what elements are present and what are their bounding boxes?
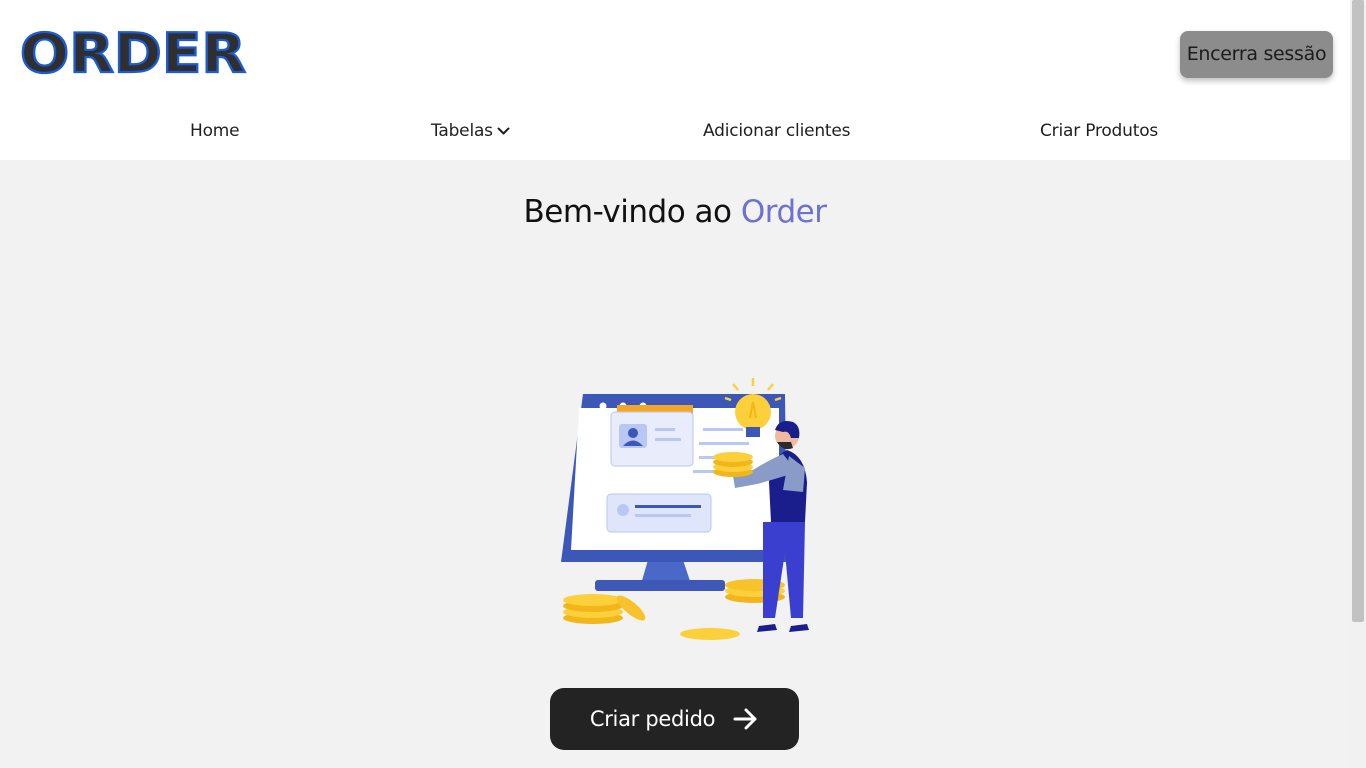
welcome-heading: Bem-vindo ao Order [0, 194, 1350, 230]
create-order-button[interactable]: Criar pedido [550, 688, 799, 750]
nav-adicionar-clientes[interactable]: Adicionar clientes [703, 118, 851, 144]
nav-criar-produtos[interactable]: Criar Produtos [1040, 118, 1158, 144]
nav-tabelas-label: Tabelas [431, 121, 493, 141]
monitor-base [595, 580, 725, 591]
person-with-computer-and-coins-illustration [561, 378, 809, 640]
nav-adicionar-clientes-label: Adicionar clientes [703, 121, 851, 141]
logout-button[interactable]: Encerra sessão [1180, 31, 1333, 78]
scrollbar-thumb[interactable] [1352, 0, 1364, 622]
nav-tabelas-dropdown[interactable]: Tabelas [431, 118, 510, 144]
nav-home[interactable]: Home [190, 118, 240, 144]
coin-floor [680, 628, 740, 640]
welcome-prefix: Bem-vindo ao [523, 194, 741, 230]
nav-criar-produtos-label: Criar Produtos [1040, 121, 1159, 141]
arrow-right-icon [733, 708, 757, 730]
nav-home-label: Home [190, 121, 240, 141]
header: ORDER Encerra sessão Home Tabelas Adicio… [0, 0, 1350, 160]
page: ORDER Encerra sessão Home Tabelas Adicio… [0, 0, 1350, 768]
coin-stack-left [563, 594, 646, 624]
logo-text: ORDER [20, 26, 246, 78]
chevron-down-icon [497, 127, 510, 134]
welcome-brand: Order [740, 194, 827, 230]
create-order-label: Criar pedido [589, 707, 716, 731]
coin-stack-hand [713, 452, 753, 477]
order-logo[interactable]: ORDER [18, 26, 250, 78]
